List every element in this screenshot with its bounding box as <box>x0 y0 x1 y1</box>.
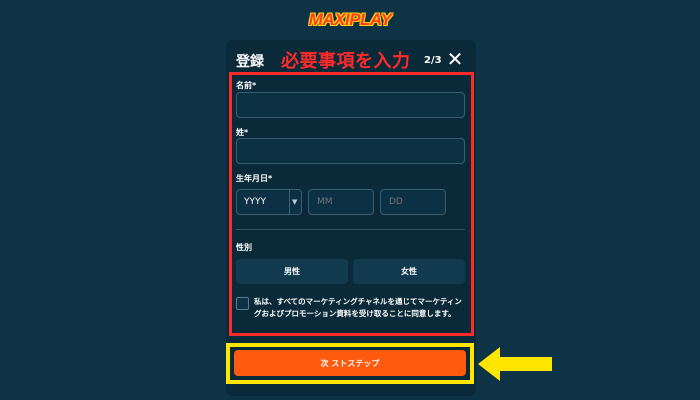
pointer-arrow-icon <box>478 347 552 381</box>
day-input[interactable] <box>380 189 446 215</box>
next-step-button[interactable]: 次 ストステップ <box>234 350 466 376</box>
section-divider <box>236 229 465 230</box>
step-indicator: 2/3 <box>424 55 442 66</box>
maxiplay-logo: MAXIPLAY <box>308 10 392 29</box>
last-name-input[interactable] <box>236 138 465 164</box>
close-icon[interactable]: ✕ <box>445 48 465 70</box>
last-name-label: 姓* <box>236 128 249 137</box>
month-input[interactable] <box>308 189 374 215</box>
year-select-value: YYYY <box>244 197 266 207</box>
consent-text: 私は、すべてのマーケティングチャネルを通じてマーケティングおよびプロモーション資… <box>254 297 462 318</box>
gender-label: 性別 <box>236 243 252 252</box>
annotation-title: 必要事項を入力 <box>281 51 411 72</box>
consent-checkbox[interactable] <box>236 297 249 310</box>
modal-title: 登録 <box>236 54 264 70</box>
gender-male-button[interactable]: 男性 <box>236 259 348 284</box>
gender-female-button[interactable]: 女性 <box>353 259 465 284</box>
year-select-divider <box>289 190 290 214</box>
chevron-down-icon: ▼ <box>292 198 298 206</box>
first-name-input[interactable] <box>236 92 465 118</box>
year-select[interactable]: YYYY ▼ <box>236 189 302 215</box>
first-name-label: 名前* <box>236 81 257 90</box>
dob-label: 生年月日* <box>236 174 273 183</box>
